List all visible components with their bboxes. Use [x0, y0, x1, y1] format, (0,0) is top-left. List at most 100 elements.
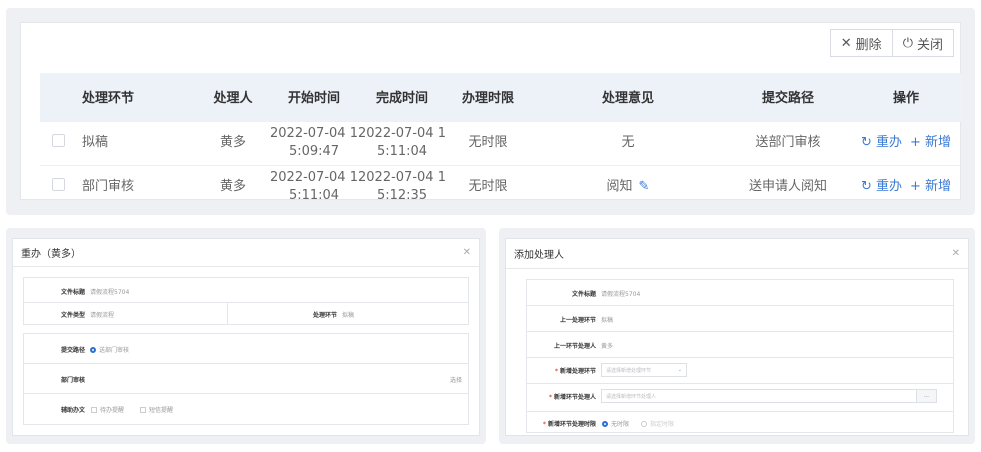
submit-path-row: 提交路径 送部门审核 [33, 345, 129, 354]
opinion-text: 阅知 [606, 179, 633, 195]
close-icon[interactable]: ✕ [463, 247, 471, 258]
header-step: 处理环节 [76, 73, 196, 121]
header-opinion: 处理意见 [530, 73, 726, 121]
toolbar: ✕ 删除 ⏻ 关闭 [829, 29, 954, 57]
start-line-1: 2022-07-04 1 [270, 170, 358, 186]
add-link[interactable]: + 新增 [910, 135, 951, 150]
new-limit-label-wrap: * 新增环节处理时限 [530, 419, 596, 428]
prev-step-label: 上一处理环节 [559, 317, 596, 324]
form-box [526, 279, 954, 433]
assist-opt2: 短信提醒 [149, 407, 174, 414]
prev-step-value: 拟稿 [601, 317, 614, 324]
new-step-select[interactable]: 请选择新增处理环节 ⌄ [601, 363, 687, 377]
assist-opt1: 待办提醒 [100, 407, 125, 414]
doc-type-label: 文件类型 [60, 312, 85, 319]
end-line-1: 2022-07-04 1 [358, 126, 446, 141]
dialog-header: 添加处理人 ✕ [506, 239, 968, 269]
history-panel: ✕ 删除 ⏻ 关闭 处理环节 处理人 开始时间 完成时间 办理时限 处理意见 提… [6, 8, 975, 215]
cell-path: 送部门审核 [726, 120, 850, 165]
cell-opinion: 阅知 ✎ [530, 164, 726, 209]
table-header: 处理环节 处理人 开始时间 完成时间 办理时限 处理意见 提交路径 操作 [40, 73, 962, 121]
add-label: 新增 [925, 135, 952, 150]
power-icon: ⏻ [902, 35, 913, 51]
new-limit-row: * 新增环节处理时限 无时限 指定时限 [530, 419, 674, 428]
new-handler-row: * 新增环节处理人 请选择新增环节处理人 ... [530, 389, 937, 403]
cell-start: 2022-07-04 1 5:11:04 [270, 164, 358, 209]
new-handler-label-wrap: * 新增环节处理人 [530, 392, 596, 401]
header-handler: 处理人 [196, 73, 270, 121]
chevron-down-icon: ⌄ [677, 367, 682, 373]
row-checkbox-cell [40, 164, 76, 209]
radio-selected[interactable] [602, 420, 608, 427]
close-icon[interactable]: ✕ [952, 248, 960, 259]
table-row: 部门审核 黄多 2022-07-04 1 5:11:04 2022-07-04 1… [40, 164, 962, 209]
cell-path: 送申请人阅知 [726, 164, 850, 209]
dept-review-row: 部门审核 [33, 375, 85, 384]
prev-handler-label: 上一环节处理人 [553, 343, 596, 350]
select-link-row: 选择 [445, 375, 462, 384]
submit-path-value: 送部门审核 [99, 347, 130, 354]
radio-selected[interactable] [90, 346, 96, 353]
more-button[interactable]: ... [917, 389, 937, 403]
assist-checkbox[interactable] [91, 406, 97, 413]
end-line-2: 5:11:04 [376, 144, 428, 159]
redo-link[interactable]: ↻ 重办 [861, 135, 902, 150]
start-line-2: 5:11:04 [288, 188, 340, 204]
row-checkbox[interactable] [51, 133, 65, 147]
delete-button[interactable]: ✕ 删除 [829, 29, 893, 57]
cell-start: 2022-07-04 1 5:09:47 [270, 120, 358, 165]
dialog-title: 添加处理人 [514, 250, 564, 261]
divider [23, 363, 469, 364]
cell-end: 2022-07-04 1 5:12:35 [358, 164, 446, 209]
new-handler-label: 新增环节处理人 [553, 393, 596, 401]
divider [23, 393, 469, 394]
prev-handler-row: 上一环节处理人 黄多 [530, 341, 613, 350]
select-link[interactable]: 选择 [450, 375, 462, 384]
new-handler-input[interactable]: 请选择新增环节处理人 [601, 389, 917, 403]
doc-type-value: 请假流程 [90, 312, 115, 319]
close-button[interactable]: ⏻ 关闭 [892, 29, 954, 57]
limit-opt2: 指定时限 [650, 421, 675, 428]
cell-limit: 无时限 [446, 120, 530, 165]
edit-pen-icon[interactable]: ✎ [639, 179, 650, 194]
doc-title-row: 文件标题 请假流程5704 [33, 287, 129, 296]
add-link[interactable]: + 新增 [910, 179, 951, 194]
row-checkbox[interactable] [51, 177, 65, 191]
header-end: 完成时间 [358, 73, 446, 121]
prev-handler-value: 黄多 [601, 343, 614, 350]
plus-icon: + [910, 179, 921, 195]
doc-type-row: 文件类型 请假流程 [33, 310, 114, 319]
delete-label: 删除 [855, 37, 882, 53]
new-step-label-wrap: * 新增处理环节 [530, 366, 596, 375]
dialog-title: 重办（黄多） [21, 249, 81, 260]
row-checkbox-cell [40, 120, 76, 165]
header-path: 提交路径 [726, 73, 850, 121]
step-label: 处理环节 [312, 312, 337, 319]
more-label: ... [924, 393, 929, 399]
doc-title-label: 文件标题 [60, 289, 85, 296]
new-step-row: * 新增处理环节 请选择新增处理环节 ⌄ [530, 363, 687, 377]
assist-row: 辅助办文 待办提醒 短信提醒 [33, 405, 173, 414]
required-mark: * [542, 421, 546, 428]
refresh-icon: ↻ [860, 135, 872, 150]
divider [526, 305, 954, 306]
new-limit-label: 新增环节处理时限 [547, 421, 596, 428]
redo-dialog-panel: 重办（黄多） ✕ 文件标题 请假流程5704 文件类型 请假流程 处理环节 拟稿… [6, 228, 486, 444]
add-handler-dialog-panel: 添加处理人 ✕ 文件标题 请假流程5704 上一处理环节 拟稿 上一环节处理人 … [499, 228, 975, 444]
plus-icon: + [910, 135, 921, 150]
redo-label: 重办 [875, 179, 902, 195]
assist-checkbox[interactable] [140, 406, 147, 413]
radio-unselected[interactable] [641, 420, 648, 427]
end-line-1: 2022-07-04 1 [358, 170, 446, 186]
process-table: 处理环节 处理人 开始时间 完成时间 办理时限 处理意见 提交路径 操作 拟稿 … [40, 73, 962, 209]
header-ops: 操作 [850, 73, 962, 121]
cell-end: 2022-07-04 1 5:11:04 [358, 120, 446, 165]
add-handler-dialog: 添加处理人 ✕ 文件标题 请假流程5704 上一处理环节 拟稿 上一环节处理人 … [505, 238, 969, 436]
redo-link[interactable]: ↻ 重办 [861, 179, 902, 194]
cell-handler: 黄多 [196, 120, 270, 165]
dialog-header: 重办（黄多） ✕ [13, 239, 479, 267]
history-card: ✕ 删除 ⏻ 关闭 处理环节 处理人 开始时间 完成时间 办理时限 处理意见 提… [20, 22, 962, 209]
start-line-2: 5:09:47 [288, 144, 340, 159]
doc-title-value: 请假流程5704 [90, 289, 130, 296]
doc-title-value: 请假流程5704 [601, 291, 641, 298]
